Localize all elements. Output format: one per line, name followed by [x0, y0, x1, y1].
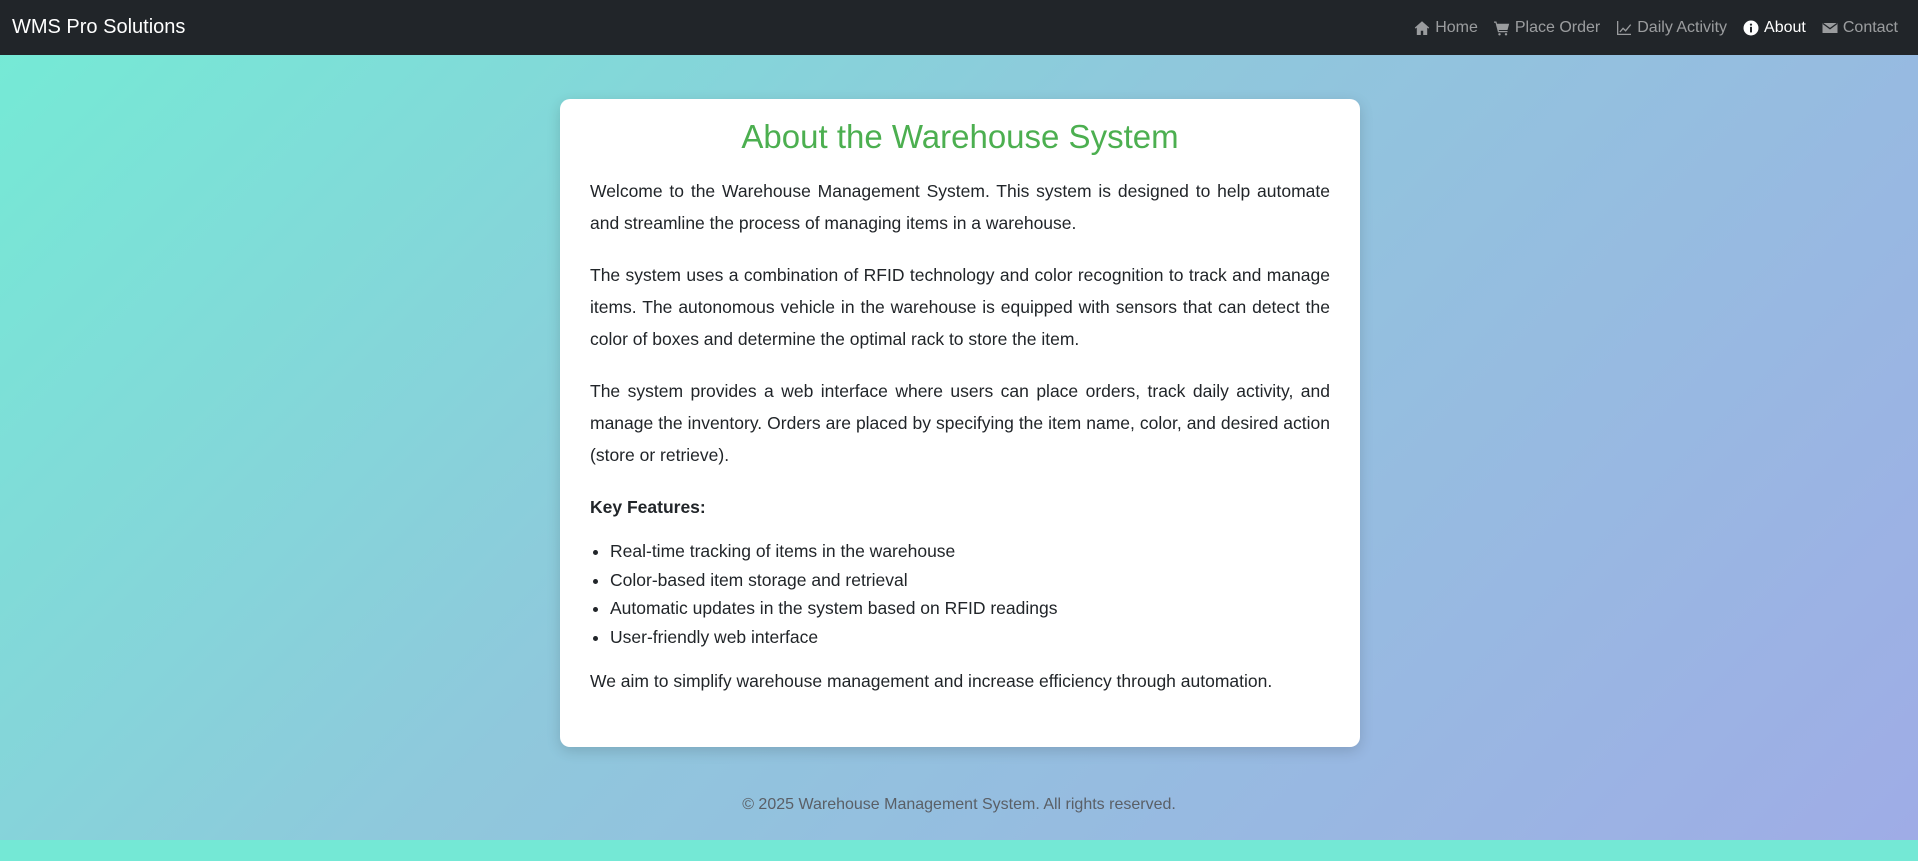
nav-link-label: Daily Activity [1637, 18, 1728, 36]
brand-logo-link[interactable]: WMS Pro Solutions [12, 16, 185, 39]
feature-item: Automatic updates in the system based on… [610, 594, 1330, 623]
footer-copyright: © 2025 Warehouse Management System. All … [742, 796, 1176, 813]
features-list: Real-time tracking of items in the wareh… [590, 537, 1330, 651]
navbar: WMS Pro Solutions Home Place Order Daily… [0, 0, 1918, 55]
page-title: About the Warehouse System [741, 118, 1179, 155]
nav-link-place-order[interactable]: Place Order [1486, 19, 1608, 37]
interface-paragraph: The system provides a web interface wher… [590, 381, 1330, 465]
cart-icon [1493, 21, 1510, 35]
nav-link-label: Contact [1842, 18, 1898, 36]
info-circle-icon [1743, 20, 1759, 35]
chart-line-icon [1617, 20, 1632, 35]
feature-item: Color-based item storage and retrieval [610, 566, 1330, 595]
envelope-icon [1822, 22, 1838, 33]
nav-links: Home Place Order Daily Activity About Co… [1406, 19, 1906, 37]
feature-item: User-friendly web interface [610, 623, 1330, 652]
features-heading: Key Features: [590, 497, 706, 517]
home-icon [1414, 20, 1430, 35]
nav-link-daily-activity[interactable]: Daily Activity [1608, 19, 1735, 37]
closing-paragraph: We aim to simplify warehouse management … [590, 671, 1273, 691]
technology-paragraph: The system uses a combination of RFID te… [590, 265, 1330, 349]
nav-link-label: Home [1435, 18, 1478, 36]
nav-link-about[interactable]: About [1735, 19, 1814, 37]
nav-link-home[interactable]: Home [1406, 19, 1486, 37]
nav-link-contact[interactable]: Contact [1814, 19, 1906, 37]
intro-paragraph: Welcome to the Warehouse Management Syst… [590, 181, 1330, 233]
nav-link-label: About [1764, 18, 1806, 36]
nav-link-label: Place Order [1514, 18, 1601, 36]
feature-item: Real-time tracking of items in the wareh… [610, 537, 1330, 566]
page-background: WMS Pro Solutions Home Place Order Daily… [0, 0, 1918, 840]
about-card: About the Warehouse System Welcome to th… [560, 99, 1360, 747]
